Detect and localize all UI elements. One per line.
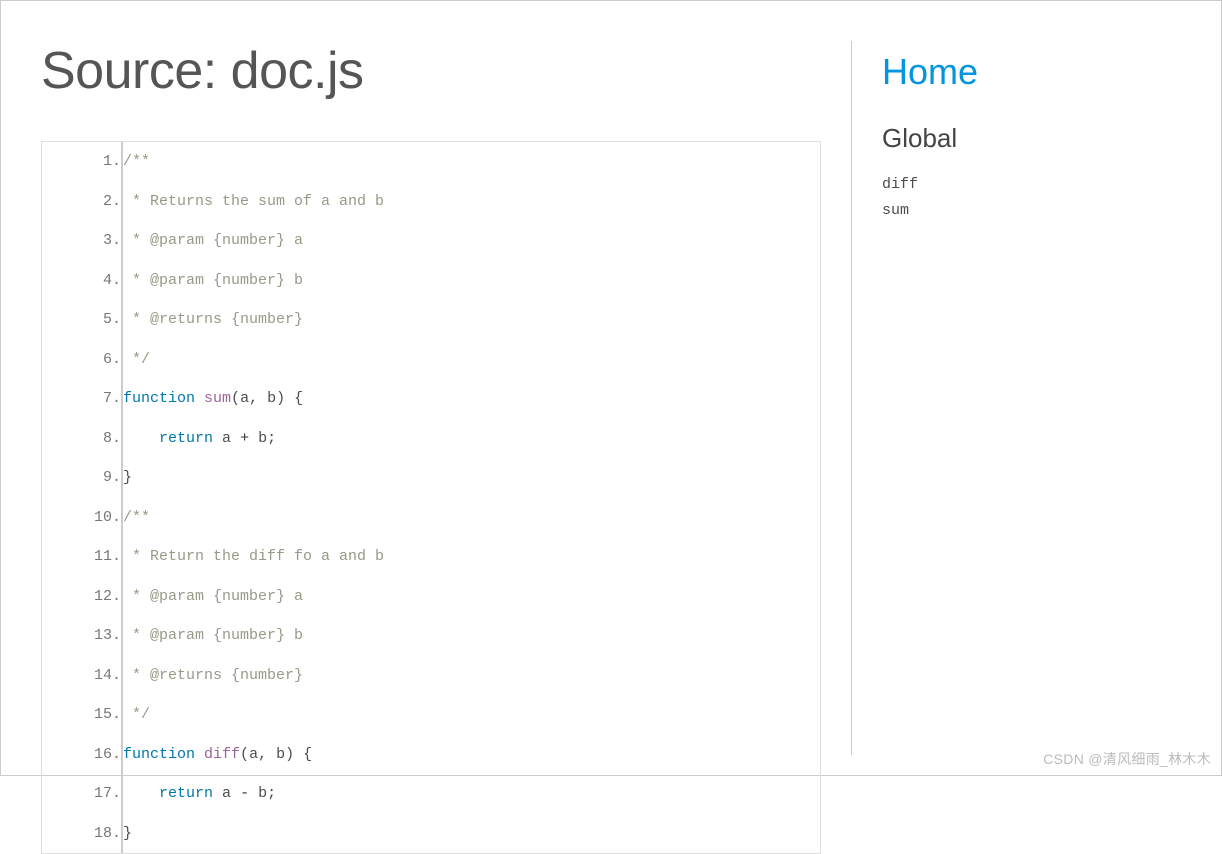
code-line: 18.} [42,814,820,854]
line-content: * Return the diff fo a and b [122,537,820,577]
code-line: 17. return a - b; [42,774,820,814]
line-number: 4. [42,261,122,301]
line-content: } [122,814,820,854]
line-number: 13. [42,616,122,656]
line-content: * @param {number} a [122,577,820,617]
code-line: 1./** [42,142,820,182]
line-content: /** [122,142,820,182]
doc-container: Source: doc.js 1./**2. * Returns the sum… [1,1,1221,775]
code-line: 15. */ [42,695,820,735]
code-line: 10./** [42,498,820,538]
line-number: 11. [42,537,122,577]
line-number: 14. [42,656,122,696]
line-content: return a + b; [122,419,820,459]
line-number: 12. [42,577,122,617]
code-line: 8. return a + b; [42,419,820,459]
source-code-block: 1./**2. * Returns the sum of a and b3. *… [41,141,821,854]
line-number: 17. [42,774,122,814]
code-line: 5. * @returns {number} [42,300,820,340]
code-line: 3. * @param {number} a [42,221,820,261]
line-content: * @param {number} b [122,261,820,301]
line-number: 1. [42,142,122,182]
line-number: 8. [42,419,122,459]
line-content: function sum(a, b) { [122,379,820,419]
line-content: * @returns {number} [122,656,820,696]
line-content: */ [122,340,820,380]
global-link-sum[interactable]: sum [882,202,909,219]
code-line: 11. * Return the diff fo a and b [42,537,820,577]
line-number: 16. [42,735,122,775]
code-line: 16.function diff(a, b) { [42,735,820,775]
line-number: 18. [42,814,122,854]
code-line: 9.} [42,458,820,498]
home-link[interactable]: Home [882,51,1181,93]
line-number: 15. [42,695,122,735]
code-line: 6. */ [42,340,820,380]
line-number: 7. [42,379,122,419]
line-content: */ [122,695,820,735]
main-content: Source: doc.js 1./**2. * Returns the sum… [41,41,851,755]
global-list: diff sum [882,172,1181,223]
line-number: 6. [42,340,122,380]
line-content: * Returns the sum of a and b [122,182,820,222]
code-line: 2. * Returns the sum of a and b [42,182,820,222]
code-table: 1./**2. * Returns the sum of a and b3. *… [42,142,820,853]
line-content: * @param {number} a [122,221,820,261]
line-number: 9. [42,458,122,498]
line-content: } [122,458,820,498]
code-line: 4. * @param {number} b [42,261,820,301]
line-content: /** [122,498,820,538]
sidebar-heading-global: Global [882,123,1181,154]
sidebar: Home Global diff sum [851,41,1181,755]
list-item: sum [882,198,1181,224]
line-number: 3. [42,221,122,261]
list-item: diff [882,172,1181,198]
line-content: return a - b; [122,774,820,814]
line-number: 10. [42,498,122,538]
page-title: Source: doc.js [41,41,821,101]
code-line: 12. * @param {number} a [42,577,820,617]
code-line: 7.function sum(a, b) { [42,379,820,419]
line-content: function diff(a, b) { [122,735,820,775]
line-content: * @param {number} b [122,616,820,656]
watermark: CSDN @清风细雨_林木木 [1043,749,1211,769]
line-content: * @returns {number} [122,300,820,340]
code-line: 14. * @returns {number} [42,656,820,696]
line-number: 2. [42,182,122,222]
code-line: 13. * @param {number} b [42,616,820,656]
line-number: 5. [42,300,122,340]
global-link-diff[interactable]: diff [882,176,918,193]
